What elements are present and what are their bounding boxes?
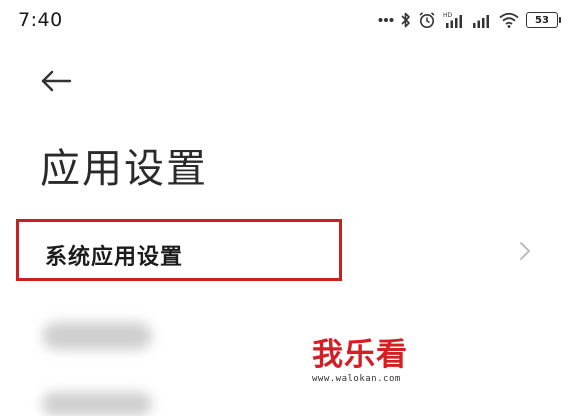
back-button[interactable]: [40, 66, 84, 100]
blurred-list-item[interactable]: [42, 392, 152, 416]
more-dots-icon: [378, 17, 394, 23]
bluetooth-icon: [401, 11, 411, 29]
wifi-icon: [499, 12, 519, 28]
page-title: 应用设置: [40, 146, 208, 192]
status-bar: 7:40 HD 53: [0, 0, 576, 40]
hd-label: HD: [443, 12, 453, 19]
watermark-url: www.walokan.com: [312, 374, 401, 384]
battery-level: 53: [535, 14, 549, 26]
blurred-list-item[interactable]: [42, 322, 152, 350]
chevron-right-icon: [518, 240, 532, 262]
watermark-title: 我乐看: [312, 337, 408, 373]
status-icons: HD 53: [378, 10, 561, 30]
signal-hd-icon: HD: [443, 11, 465, 29]
system-app-settings-label: 系统应用设置: [45, 245, 184, 270]
battery-icon: 53: [526, 12, 561, 28]
system-app-settings-row[interactable]: 系统应用设置: [16, 219, 342, 281]
alarm-icon: [418, 11, 436, 29]
arrow-left-icon: [40, 69, 72, 97]
watermark: 我乐看 www.walokan.com: [312, 338, 438, 384]
status-time: 7:40: [18, 9, 63, 31]
signal-icon: [472, 11, 492, 29]
